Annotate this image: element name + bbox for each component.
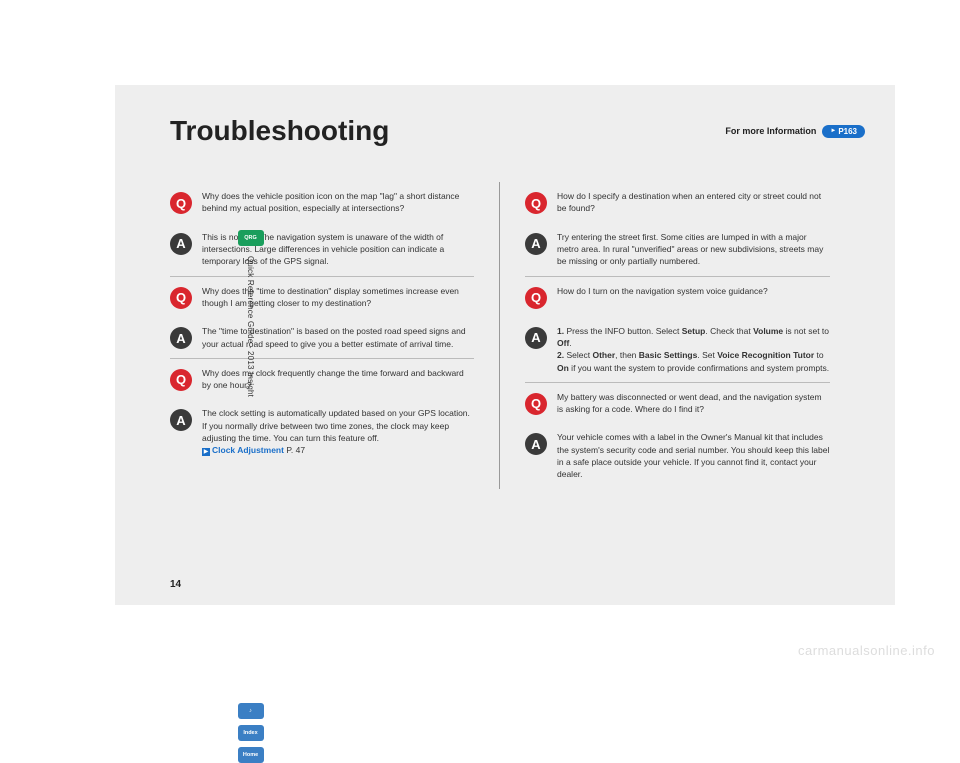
answer-icon: A xyxy=(170,409,192,431)
page-title: Troubleshooting xyxy=(170,115,389,147)
tab-voice[interactable]: ♪ xyxy=(238,703,264,719)
page-header: Troubleshooting For more Information P16… xyxy=(170,115,865,147)
qa-item: Q Why does the "time to destination" dis… xyxy=(170,277,474,318)
tab-home[interactable]: Home xyxy=(238,747,264,763)
qa-text: Why does the vehicle position icon on th… xyxy=(202,190,474,215)
qa-item: Q How do I specify a destination when an… xyxy=(525,182,830,223)
answer-icon: A xyxy=(525,433,547,455)
more-info-label: For more Information xyxy=(725,126,816,136)
page-ref-pill[interactable]: P163 xyxy=(822,125,865,138)
qa-item: A The "time to destination" is based on … xyxy=(170,317,474,359)
qa-text: Try entering the street first. Some citi… xyxy=(557,231,830,268)
answer-icon: A xyxy=(170,327,192,349)
qa-item: Q Why does the vehicle position icon on … xyxy=(170,182,474,223)
tab-index[interactable]: Index xyxy=(238,725,264,741)
qa-text: 1. Press the INFO button. Select Setup. … xyxy=(557,325,830,374)
question-icon: Q xyxy=(525,192,547,214)
qa-text: How do I turn on the navigation system v… xyxy=(557,285,768,309)
watermark: carmanualsonline.info xyxy=(798,643,935,658)
question-icon: Q xyxy=(170,192,192,214)
question-icon: Q xyxy=(170,287,192,309)
link-icon: ▶ xyxy=(202,448,210,456)
content-columns: Q Why does the vehicle position icon on … xyxy=(170,182,865,489)
tab-qrg[interactable]: QRG xyxy=(238,230,264,246)
question-icon: Q xyxy=(525,393,547,415)
qa-text: Your vehicle comes with a label in the O… xyxy=(557,431,830,480)
qa-item: Q Why does my clock frequently change th… xyxy=(170,359,474,400)
qa-item: A The clock setting is automatically upd… xyxy=(170,399,474,464)
qa-item: A This is normal. The navigation system … xyxy=(170,223,474,277)
answer-icon: A xyxy=(525,327,547,349)
qa-item: Q How do I turn on the navigation system… xyxy=(525,277,830,317)
guide-label: Quick Reference Guide - 2013 Insight xyxy=(246,256,255,397)
sidebar-nav: QRG Quick Reference Guide - 2013 Insight… xyxy=(233,230,268,763)
manual-page: QRG Quick Reference Guide - 2013 Insight… xyxy=(115,85,895,605)
qa-text: My battery was disconnected or went dead… xyxy=(557,391,830,416)
left-column: Q Why does the vehicle position icon on … xyxy=(170,182,500,489)
qa-item: A Your vehicle comes with a label in the… xyxy=(525,423,830,488)
page-number: 14 xyxy=(170,579,181,590)
answer-icon: A xyxy=(525,233,547,255)
qa-text: How do I specify a destination when an e… xyxy=(557,190,830,215)
question-icon: Q xyxy=(525,287,547,309)
right-column: Q How do I specify a destination when an… xyxy=(500,182,830,489)
qa-item: A Try entering the street first. Some ci… xyxy=(525,223,830,277)
answer-icon: A xyxy=(170,233,192,255)
qa-item: Q My battery was disconnected or went de… xyxy=(525,383,830,424)
qa-item: A 1. Press the INFO button. Select Setup… xyxy=(525,317,830,383)
question-icon: Q xyxy=(170,369,192,391)
more-info: For more Information P163 xyxy=(725,125,865,138)
